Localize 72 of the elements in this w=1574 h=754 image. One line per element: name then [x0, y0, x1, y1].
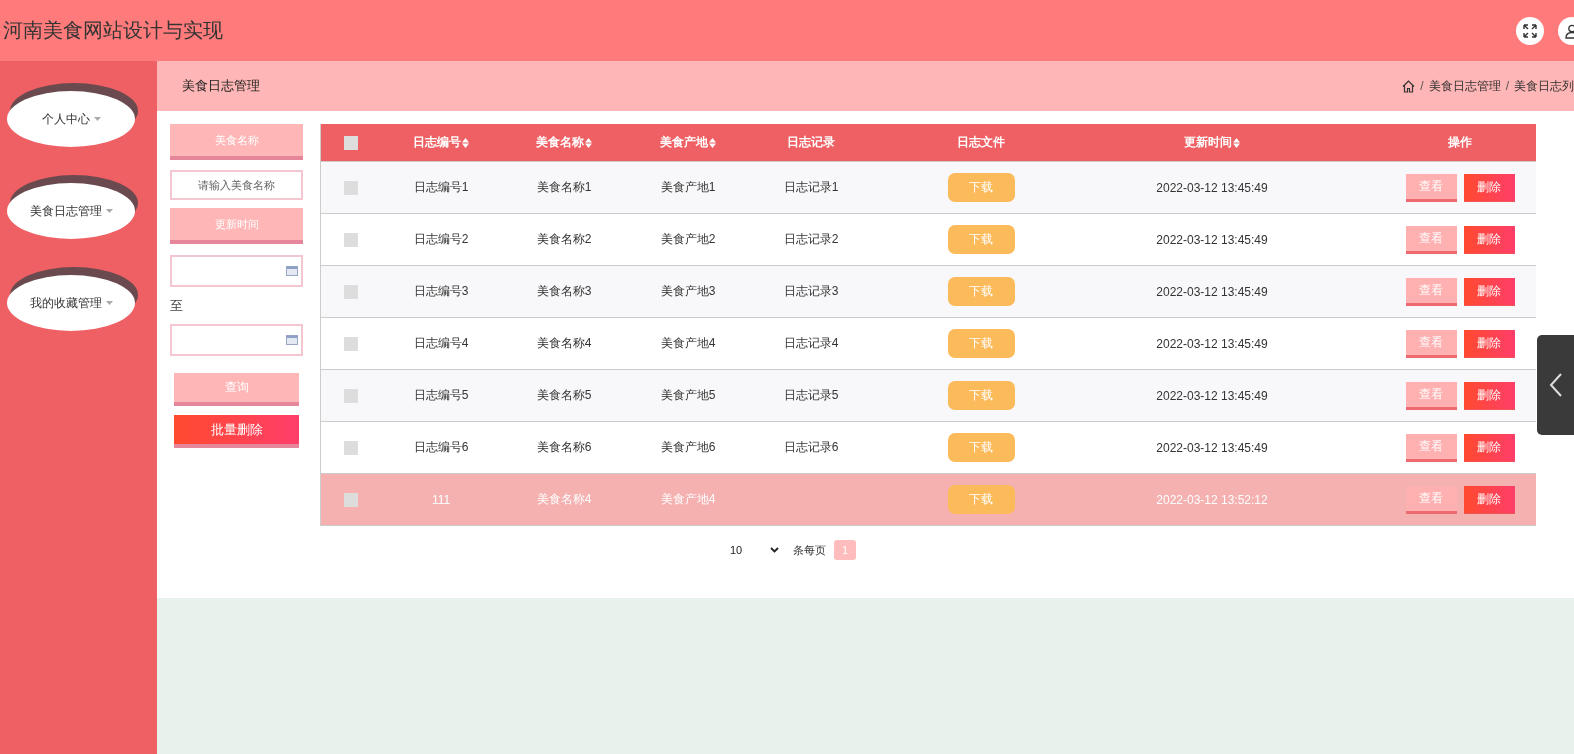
table-cell: 日志记录1 — [783, 179, 839, 196]
column-header[interactable]: 更新时间 — [1184, 134, 1240, 151]
table-cell: 美食产地4 — [660, 491, 716, 508]
table-row[interactable]: 日志编号1 美食名称1 美食产地1 日志记录1 下载 2022-03-12 13:45:49 查看 删除 — [321, 161, 1536, 213]
delete-button[interactable]: 删除 — [1463, 277, 1515, 306]
delete-button[interactable]: 删除 — [1463, 173, 1515, 202]
table-cell: 日志编号6 — [413, 439, 469, 456]
table-cell: 美食产地5 — [660, 387, 716, 404]
table-cell: 2022-03-12 13:52:12 — [1156, 492, 1268, 507]
filter-label: 更新时间 — [170, 208, 303, 244]
batch-delete-button[interactable]: 批量删除 — [174, 415, 299, 448]
breadcrumb-separator: / — [1420, 79, 1424, 93]
table-cell: 美食产地2 — [660, 231, 716, 248]
breadcrumb-separator: / — [1505, 79, 1509, 93]
table-cell: 2022-03-12 13:45:49 — [1156, 180, 1268, 195]
search-field[interactable]: 请输入美食名称 — [170, 170, 303, 200]
table-row[interactable]: 111 美食名称4 美食产地4 下载 2022-03-12 13:52:12 查看 删除 — [321, 473, 1536, 525]
table-cell: 美食产地6 — [660, 439, 716, 456]
delete-button[interactable]: 删除 — [1463, 329, 1515, 358]
page-size-label: 条每页 — [793, 542, 827, 558]
column-header[interactable]: 日志编号 — [413, 134, 469, 151]
table-cell: 美食名称1 — [536, 179, 592, 196]
table-cell: 美食产地3 — [660, 283, 716, 300]
table-cell: 美食名称3 — [536, 283, 592, 300]
delete-button[interactable]: 删除 — [1463, 485, 1515, 514]
table-cell: 日志记录2 — [783, 231, 839, 248]
table-cell: 2022-03-12 13:45:49 — [1156, 284, 1268, 299]
column-header: 操作 — [1448, 134, 1472, 151]
table-cell: 美食产地4 — [660, 335, 716, 352]
table-cell: 2022-03-12 13:45:49 — [1156, 336, 1268, 351]
view-button[interactable]: 查看 — [1405, 225, 1457, 254]
page-title: 美食日志管理 — [182, 77, 260, 95]
column-header[interactable]: 美食名称 — [536, 134, 592, 151]
delete-button[interactable]: 删除 — [1463, 433, 1515, 462]
table-cell: 日志记录5 — [783, 387, 839, 404]
table-cell: 美食名称5 — [536, 387, 592, 404]
table-cell: 111 — [431, 492, 451, 507]
table-row[interactable]: 日志编号3 美食名称3 美食产地3 日志记录3 下载 2022-03-12 13:45:49 查看 删除 — [321, 265, 1536, 317]
table-cell: 2022-03-12 13:45:49 — [1156, 232, 1268, 247]
site-title: 河南美食网站设计与实现 — [3, 18, 223, 43]
table-cell: 日志编号3 — [413, 283, 469, 300]
table-cell: 日志编号4 — [413, 335, 469, 352]
view-button[interactable]: 查看 — [1405, 329, 1457, 358]
breadcrumb-link[interactable]: 美食日志列 — [1514, 77, 1574, 95]
table-cell: 日志编号2 — [413, 231, 469, 248]
view-button[interactable]: 查看 — [1405, 277, 1457, 306]
filter-label: 美食名称 — [170, 124, 303, 160]
table-cell: 日志记录4 — [783, 335, 839, 352]
breadcrumb-link[interactable]: 美食日志管理 — [1428, 77, 1501, 95]
view-button[interactable]: 查看 — [1405, 173, 1457, 202]
table-cell: 美食名称6 — [536, 439, 592, 456]
page-size-select[interactable]: 10 — [717, 544, 786, 556]
view-button[interactable]: 查看 — [1405, 485, 1457, 514]
table-cell: 美食产地1 — [660, 179, 716, 196]
table-cell: 日志编号5 — [413, 387, 469, 404]
column-header: 日志文件 — [957, 134, 1005, 151]
table-row[interactable]: 日志编号5 美食名称5 美食产地5 日志记录5 下载 2022-03-12 13:45:49 查看 删除 — [321, 369, 1536, 421]
table-cell: 美食名称4 — [536, 491, 592, 508]
delete-button[interactable]: 删除 — [1463, 381, 1515, 410]
table-cell: 2022-03-12 13:45:49 — [1156, 388, 1268, 403]
view-button[interactable]: 查看 — [1405, 433, 1457, 462]
table-cell: 美食名称4 — [536, 335, 592, 352]
view-button[interactable]: 查看 — [1405, 381, 1457, 410]
table-cell: 日志记录6 — [783, 439, 839, 456]
column-header: 日志记录 — [787, 134, 835, 151]
table-cell: 美食名称2 — [536, 231, 592, 248]
table-cell: 2022-03-12 13:45:49 — [1156, 440, 1268, 455]
range-separator: 至 — [170, 297, 184, 315]
table-cell: 日志编号1 — [413, 179, 469, 196]
column-header[interactable]: 美食产地 — [660, 134, 716, 151]
delete-button[interactable]: 删除 — [1463, 225, 1515, 254]
table-cell: 日志记录3 — [783, 283, 839, 300]
